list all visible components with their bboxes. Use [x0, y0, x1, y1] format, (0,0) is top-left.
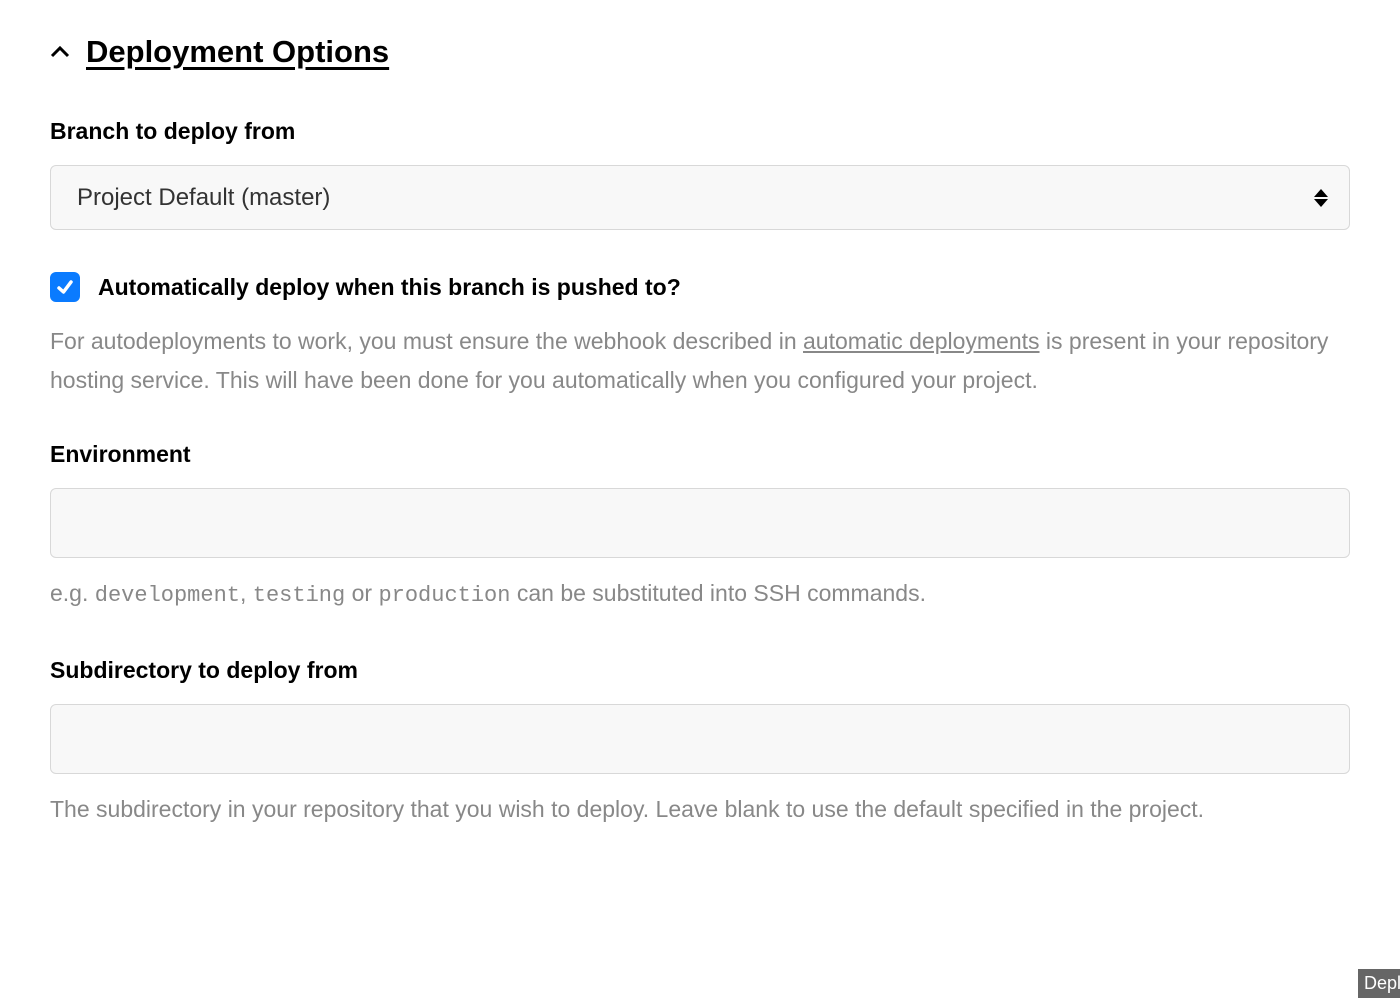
section-title: Deployment Options: [86, 34, 389, 70]
automatic-deployments-link[interactable]: automatic deployments: [803, 328, 1040, 354]
autodeploy-help-text: For autodeployments to work, you must en…: [50, 322, 1350, 399]
environment-code-testing: testing: [253, 583, 345, 608]
environment-sep2: or: [345, 580, 378, 606]
chevron-up-icon: [50, 42, 70, 62]
deploy-floating-button[interactable]: Depl: [1358, 969, 1400, 998]
environment-code-production: production: [378, 583, 510, 608]
section-header[interactable]: Deployment Options: [50, 34, 1350, 70]
environment-label: Environment: [50, 441, 1350, 468]
autodeploy-help-prefix: For autodeployments to work, you must en…: [50, 328, 803, 354]
subdirectory-help-text: The subdirectory in your repository that…: [50, 790, 1350, 829]
autodeploy-checkbox-label[interactable]: Automatically deploy when this branch is…: [98, 274, 681, 301]
autodeploy-checkbox-row: Automatically deploy when this branch is…: [50, 272, 1350, 302]
environment-input[interactable]: [50, 488, 1350, 558]
subdirectory-input[interactable]: [50, 704, 1350, 774]
subdirectory-field-group: Subdirectory to deploy from The subdirec…: [50, 657, 1350, 829]
branch-select-wrapper: Project Default (master): [50, 165, 1350, 230]
environment-help-prefix: e.g.: [50, 580, 95, 606]
autodeploy-field-group: Automatically deploy when this branch is…: [50, 272, 1350, 399]
branch-label: Branch to deploy from: [50, 118, 1350, 145]
environment-help-text: e.g. development, testing or production …: [50, 574, 1350, 615]
environment-field-group: Environment e.g. development, testing or…: [50, 441, 1350, 615]
branch-field-group: Branch to deploy from Project Default (m…: [50, 118, 1350, 230]
environment-help-suffix: can be substituted into SSH commands.: [510, 580, 926, 606]
environment-sep1: ,: [240, 580, 253, 606]
subdirectory-label: Subdirectory to deploy from: [50, 657, 1350, 684]
autodeploy-checkbox[interactable]: [50, 272, 80, 302]
branch-select[interactable]: Project Default (master): [50, 165, 1350, 230]
environment-code-development: development: [95, 583, 240, 608]
